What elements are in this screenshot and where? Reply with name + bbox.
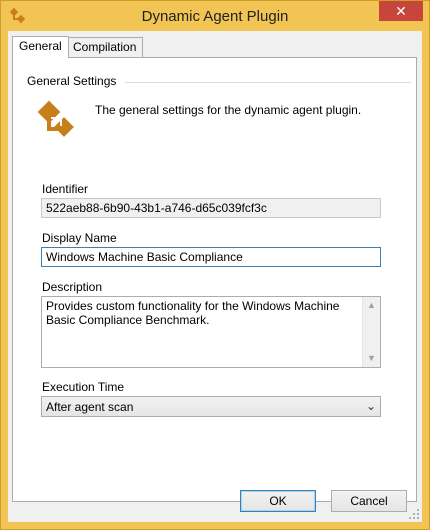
description-label: Description <box>42 280 103 294</box>
dialog-window: Dynamic Agent Plugin ✕ General Compilati… <box>0 0 430 530</box>
dialog-client: General Compilation General Settings The… <box>8 31 422 522</box>
scroll-up-icon[interactable]: ▲ <box>363 297 380 314</box>
window-title: Dynamic Agent Plugin <box>141 8 289 25</box>
plugin-info-text: The general settings for the dynamic age… <box>95 103 362 117</box>
cancel-button[interactable]: Cancel <box>331 490 407 512</box>
title-bar[interactable]: Dynamic Agent Plugin ✕ <box>1 1 429 31</box>
execution-time-value: After agent scan <box>46 400 134 414</box>
description-scrollbar[interactable]: ▲ ▼ <box>362 297 380 367</box>
description-textarea[interactable]: Provides custom functionality for the Wi… <box>41 296 381 368</box>
close-icon: ✕ <box>395 3 407 19</box>
display-name-input[interactable]: Windows Machine Basic Compliance <box>41 247 381 267</box>
plugin-icon <box>37 100 74 137</box>
tab-compilation[interactable]: Compilation <box>66 37 144 57</box>
close-button[interactable]: ✕ <box>379 1 423 21</box>
ok-button[interactable]: OK <box>240 490 316 512</box>
identifier-field: 522aeb88-6b90-43b1-a746-d65c039fcf3c <box>41 198 381 218</box>
scroll-down-icon[interactable]: ▼ <box>363 350 380 367</box>
general-tab-panel: General Settings The general settings fo… <box>12 57 417 502</box>
execution-time-label: Execution Time <box>42 380 125 394</box>
execution-time-select[interactable]: After agent scan ⌄ <box>41 396 381 417</box>
group-divider <box>125 82 411 83</box>
tab-general[interactable]: General <box>12 36 69 58</box>
chevron-down-icon: ⌄ <box>365 399 376 413</box>
resize-grip-icon[interactable] <box>408 508 420 520</box>
display-name-label: Display Name <box>42 231 117 245</box>
description-text: Provides custom functionality for the Wi… <box>46 299 340 327</box>
group-title: General Settings <box>27 74 121 88</box>
identifier-label: Identifier <box>42 182 89 196</box>
